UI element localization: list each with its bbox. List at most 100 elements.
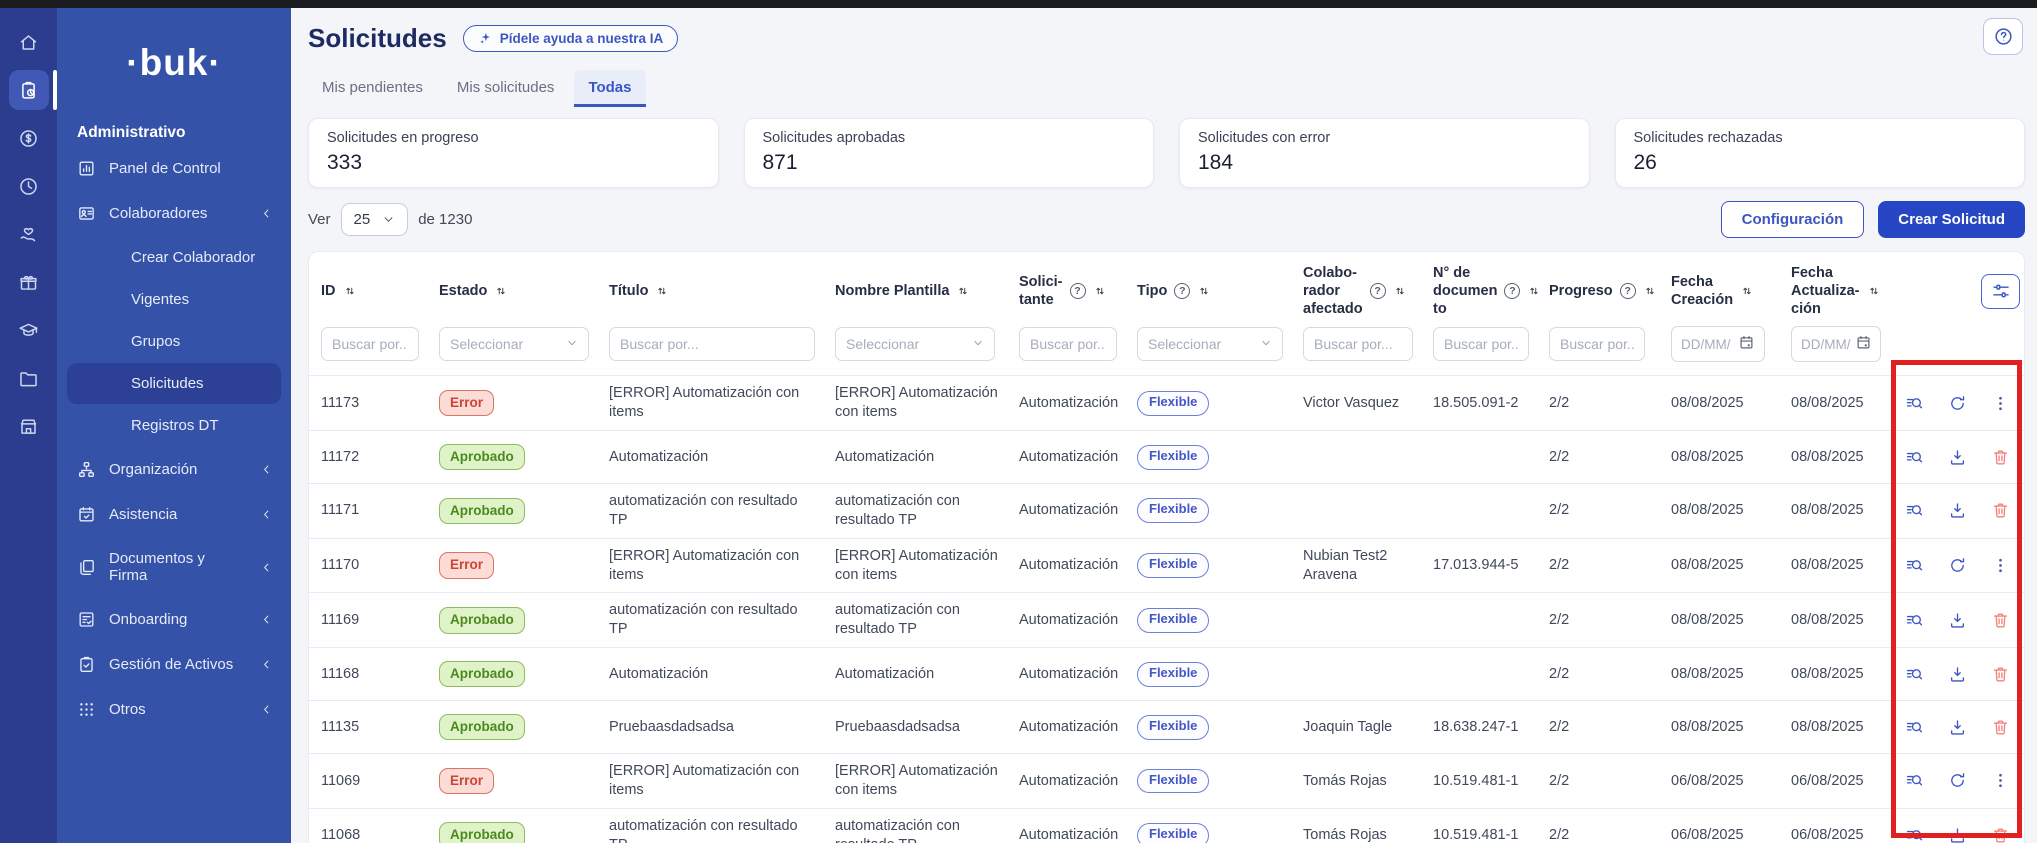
sidebar-item-panel-de-control[interactable]: Panel de Control: [57, 146, 291, 191]
sort-icon[interactable]: [1867, 284, 1881, 298]
sidebar-item-otros[interactable]: Otros: [57, 687, 291, 732]
ai-help-button[interactable]: Pídele ayuda a nuestra IA: [463, 25, 679, 52]
download-icon[interactable]: [1948, 665, 1967, 684]
help-icon[interactable]: ?: [1504, 283, 1520, 299]
rail-item-company[interactable]: [9, 406, 49, 446]
filter-input-solicitante[interactable]: [1019, 327, 1117, 361]
filter-date-fecha-creacion[interactable]: DD/MM/: [1671, 326, 1765, 362]
preview-search-icon[interactable]: [1905, 611, 1924, 630]
preview-search-icon[interactable]: [1905, 665, 1924, 684]
sort-icon[interactable]: [956, 284, 970, 298]
kebab-menu-icon[interactable]: [1991, 394, 2010, 413]
trash-icon[interactable]: [1991, 718, 2010, 737]
cell-id: 11168: [309, 648, 427, 701]
download-icon[interactable]: [1948, 611, 1967, 630]
trash-icon[interactable]: [1991, 501, 2010, 520]
filter-select-tipo[interactable]: Seleccionar: [1137, 327, 1283, 361]
chevron-left-icon[interactable]: [260, 561, 273, 574]
download-icon[interactable]: [1948, 501, 1967, 520]
folder-icon: [18, 368, 39, 389]
help-icon[interactable]: ?: [1174, 283, 1190, 299]
sidebar-item-documentos-y-firma[interactable]: Documentos y Firma: [57, 537, 291, 597]
sidebar-item-vigentes[interactable]: Vigentes: [67, 279, 281, 320]
filter-input-colaborador-afectado[interactable]: [1303, 327, 1413, 361]
chevron-left-icon[interactable]: [260, 463, 273, 476]
help-icon[interactable]: ?: [1620, 283, 1636, 299]
kebab-menu-icon[interactable]: [1991, 556, 2010, 575]
tab-mis-solicitudes[interactable]: Mis solicitudes: [443, 70, 569, 107]
tab-todas[interactable]: Todas: [574, 70, 645, 107]
preview-search-icon[interactable]: [1905, 394, 1924, 413]
cell-colaborador-afectado: Tomás Rojas: [1291, 754, 1421, 809]
cell-actions: [1889, 431, 2025, 484]
trash-icon[interactable]: [1991, 826, 2010, 843]
chevron-left-icon[interactable]: [260, 508, 273, 521]
chevron-left-icon[interactable]: [260, 703, 273, 716]
trash-icon[interactable]: [1991, 611, 2010, 630]
filter-input-id[interactable]: [321, 327, 419, 361]
download-icon[interactable]: [1948, 448, 1967, 467]
chevron-left-icon[interactable]: [260, 207, 273, 220]
sort-icon[interactable]: [1740, 284, 1754, 298]
rail-item-payroll[interactable]: [9, 118, 49, 158]
sidebar-item-grupos[interactable]: Grupos: [67, 321, 281, 362]
filter-input-progreso[interactable]: [1549, 327, 1645, 361]
help-icon[interactable]: ?: [1370, 283, 1386, 299]
preview-search-icon[interactable]: [1905, 771, 1924, 790]
trash-icon[interactable]: [1991, 448, 2010, 467]
sidebar-item-colaboradores[interactable]: Colaboradores: [57, 191, 291, 236]
help-button[interactable]: [1983, 18, 2023, 55]
page-size-select[interactable]: 25: [341, 203, 409, 236]
filter-date-fecha-actualizacion[interactable]: DD/MM/: [1791, 326, 1881, 362]
preview-search-icon[interactable]: [1905, 826, 1924, 843]
sidebar-item-registros-dt[interactable]: Registros DT: [67, 405, 281, 446]
configure-columns-button[interactable]: [1981, 274, 2020, 309]
coin-icon: [18, 128, 39, 149]
filter-input-titulo[interactable]: [609, 327, 815, 361]
sort-icon[interactable]: [343, 284, 357, 298]
rail-item-benefits[interactable]: [9, 214, 49, 254]
rail-item-files[interactable]: [9, 358, 49, 398]
retry-refresh-icon[interactable]: [1948, 556, 1967, 575]
sidebar-item-gestion-de-activos[interactable]: Gestión de Activos: [57, 642, 291, 687]
sort-icon[interactable]: [1643, 284, 1657, 298]
help-icon[interactable]: ?: [1070, 283, 1086, 299]
sort-icon[interactable]: [1197, 284, 1211, 298]
crear-solicitud-button[interactable]: Crear Solicitud: [1878, 201, 2025, 238]
chevron-left-icon[interactable]: [260, 613, 273, 626]
sort-icon[interactable]: [1093, 284, 1107, 298]
rail-item-requests[interactable]: [9, 70, 49, 110]
preview-search-icon[interactable]: [1905, 556, 1924, 575]
rail-item-training[interactable]: [9, 310, 49, 350]
preview-search-icon[interactable]: [1905, 718, 1924, 737]
chevron-left-icon[interactable]: [260, 658, 273, 671]
rail-item-time[interactable]: [9, 166, 49, 206]
sidebar-item-onboarding[interactable]: Onboarding: [57, 597, 291, 642]
filter-select-nombre-plantilla[interactable]: Seleccionar: [835, 327, 995, 361]
tab-mis-pendientes[interactable]: Mis pendientes: [308, 70, 437, 107]
retry-refresh-icon[interactable]: [1948, 771, 1967, 790]
preview-search-icon[interactable]: [1905, 501, 1924, 520]
row-actions: [1901, 501, 2020, 520]
download-icon[interactable]: [1948, 826, 1967, 843]
sidebar-item-crear-colaborador[interactable]: Crear Colaborador: [67, 237, 281, 278]
preview-search-icon[interactable]: [1905, 448, 1924, 467]
filter-select-estado[interactable]: Seleccionar: [439, 327, 589, 361]
rail-item-home[interactable]: [9, 22, 49, 62]
sort-icon[interactable]: [655, 284, 669, 298]
kebab-menu-icon[interactable]: [1991, 771, 2010, 790]
sort-icon[interactable]: [1527, 284, 1541, 298]
sort-icon[interactable]: [494, 284, 508, 298]
download-icon[interactable]: [1948, 718, 1967, 737]
configuracion-button[interactable]: Configuración: [1721, 201, 1865, 238]
filter-input-numero-documento[interactable]: [1433, 327, 1529, 361]
column-header-titulo: Título: [597, 252, 823, 324]
sidebar-item-asistencia[interactable]: Asistencia: [57, 492, 291, 537]
trash-icon[interactable]: [1991, 665, 2010, 684]
rail-item-rewards[interactable]: [9, 262, 49, 302]
cell-progreso: 2/2: [1537, 484, 1659, 539]
sidebar-item-organizacion[interactable]: Organización: [57, 447, 291, 492]
retry-refresh-icon[interactable]: [1948, 394, 1967, 413]
sort-icon[interactable]: [1393, 284, 1407, 298]
sidebar-item-solicitudes[interactable]: Solicitudes: [67, 363, 281, 404]
